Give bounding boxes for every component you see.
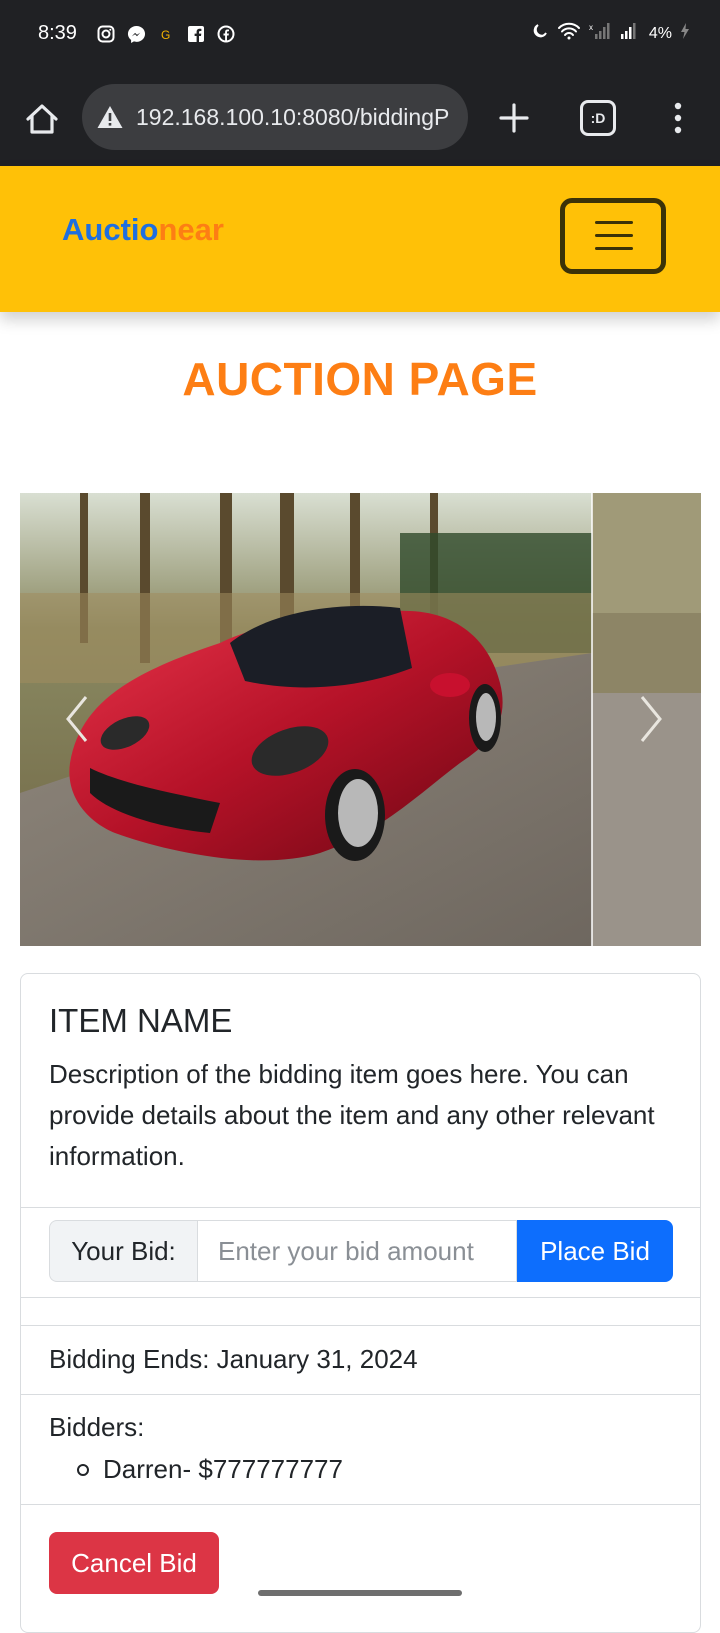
svg-text:x: x — [589, 23, 593, 32]
signal-icon-sim1: x — [589, 22, 611, 45]
divider — [21, 1394, 700, 1395]
battery-percent: 4% — [648, 24, 672, 42]
facebook-square-icon — [186, 24, 206, 44]
do-not-disturb-icon — [531, 22, 549, 45]
item-image-carousel[interactable] — [20, 493, 701, 946]
browser-menu-button[interactable] — [664, 96, 692, 140]
cancel-bid-button[interactable]: Cancel Bid — [49, 1532, 219, 1594]
item-name: ITEM NAME — [49, 1002, 233, 1039]
more-vert-icon — [674, 102, 682, 134]
bidder-entry: Darren- $777777777 — [103, 1454, 343, 1484]
your-bid-label: Your Bid: — [49, 1220, 197, 1282]
status-bar: 8:39 G x 4% — [0, 0, 720, 70]
item-card-body: ITEM NAME Description of the bidding ite… — [49, 1002, 669, 1177]
address-bar[interactable]: 192.168.100.10:8080/biddingP — [82, 84, 468, 150]
bidding-end-date: Bidding Ends: January 31, 2024 — [49, 1344, 418, 1374]
divider — [21, 1504, 700, 1505]
not-secure-warning-icon[interactable] — [96, 103, 124, 131]
list-item: Darren- $777777777 — [77, 1454, 343, 1485]
home-button[interactable] — [20, 98, 64, 142]
notification-icons: G — [96, 24, 236, 44]
bidders-label: Bidders: — [49, 1412, 145, 1442]
gesture-home-indicator[interactable] — [258, 1590, 462, 1596]
hamburger-icon — [595, 221, 633, 224]
brand-text-part2: near — [158, 212, 224, 247]
instagram-icon — [96, 24, 116, 44]
status-time: 8:39 — [38, 22, 77, 44]
google-icon: G — [156, 24, 176, 44]
bid-input-group: Your Bid: Enter your bid amount Place Bi… — [49, 1220, 673, 1282]
navbar-toggler-button[interactable] — [560, 198, 666, 274]
svg-text:G: G — [161, 28, 170, 41]
brand-text-part1: Auctio — [62, 212, 159, 247]
browser-toolbar: 192.168.100.10:8080/biddingP :D — [0, 70, 720, 166]
car-photo — [20, 493, 701, 946]
facebook-icon — [216, 24, 236, 44]
site-navbar: Auctionear — [0, 166, 720, 312]
home-icon — [26, 104, 58, 134]
plus-icon — [499, 103, 529, 133]
system-status: x 4% — [531, 22, 690, 45]
brand-logo[interactable]: Auctionear — [62, 212, 224, 248]
divider — [21, 1325, 700, 1326]
item-card: ITEM NAME Description of the bidding ite… — [20, 973, 701, 1633]
bullet-icon — [77, 1463, 89, 1476]
item-description: Description of the bidding item goes her… — [49, 1059, 655, 1171]
divider — [21, 1207, 700, 1208]
chevron-left-icon — [66, 696, 88, 742]
divider — [21, 1297, 700, 1298]
tab-switcher-button[interactable]: :D — [580, 100, 616, 136]
chevron-right-icon — [640, 696, 662, 742]
url-text[interactable]: 192.168.100.10:8080/biddingP — [136, 104, 449, 131]
bid-amount-input[interactable]: Enter your bid amount — [197, 1220, 517, 1282]
signal-icon-sim2 — [619, 22, 641, 45]
messenger-icon — [126, 24, 146, 44]
page-title: AUCTION PAGE — [182, 353, 538, 405]
wifi-icon — [557, 22, 581, 45]
battery-charging-icon — [680, 22, 690, 45]
place-bid-button[interactable]: Place Bid — [517, 1220, 673, 1282]
carousel-prev-button[interactable] — [56, 689, 96, 749]
new-tab-button[interactable] — [492, 96, 536, 140]
carousel-next-button[interactable] — [632, 689, 672, 749]
